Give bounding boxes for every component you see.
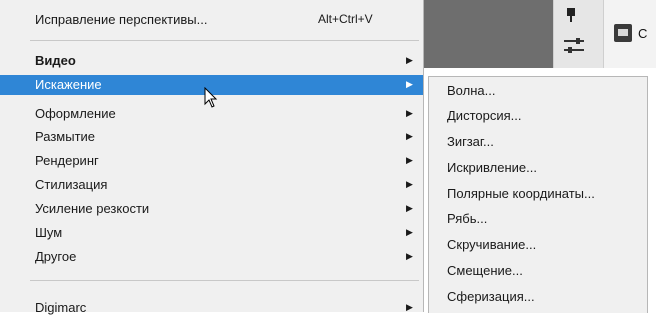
submenu-arrow-icon: ▶ xyxy=(406,55,413,65)
submenu-item-label: Сферизация... xyxy=(447,289,535,304)
menu-item-shortcut: Alt+Ctrl+V xyxy=(318,12,373,26)
pin-icon[interactable] xyxy=(566,8,576,22)
menu-item-noise[interactable]: Шум ▶ xyxy=(0,223,423,243)
menu-item-sharpen[interactable]: Усиление резкости ▶ xyxy=(0,199,423,219)
menu-item-label: Другое xyxy=(35,249,77,264)
submenu-item-label: Полярные координаты... xyxy=(447,186,595,201)
menu-item-video[interactable]: Видео ▶ xyxy=(0,51,423,71)
menu-item-label: Усиление резкости xyxy=(35,201,150,216)
menu-separator xyxy=(30,280,419,281)
submenu-arrow-icon: ▶ xyxy=(406,179,413,189)
submenu-item-label: Смещение... xyxy=(447,263,523,278)
sliders-icon[interactable] xyxy=(564,38,584,54)
submenu-item-displace[interactable]: Смещение... xyxy=(429,259,647,283)
submenu-item-ripple[interactable]: Рябь... xyxy=(429,207,647,231)
filter-menu: Исправление перспективы... Alt+Ctrl+V Ви… xyxy=(0,0,424,315)
submenu-item-twirl[interactable]: Скручивание... xyxy=(429,233,647,257)
mouse-cursor-icon xyxy=(204,87,218,108)
collapsed-panel[interactable]: С xyxy=(603,0,656,68)
submenu-item-zigzag[interactable]: Зигзаг... xyxy=(429,130,647,154)
menu-item-label: Исправление перспективы... xyxy=(35,12,208,27)
submenu-item-label: Зигзаг... xyxy=(447,134,494,149)
tool-panel xyxy=(553,0,604,68)
menu-item-label: Размытие xyxy=(35,129,96,144)
submenu-item-distortion[interactable]: Дисторсия... xyxy=(429,104,647,128)
submenu-arrow-icon: ▶ xyxy=(406,79,413,89)
menu-item-perspective-correction[interactable]: Исправление перспективы... Alt+Ctrl+V xyxy=(0,10,423,30)
submenu-arrow-icon: ▶ xyxy=(406,155,413,165)
canvas-image xyxy=(423,0,553,68)
submenu-item-warp[interactable]: Искривление... xyxy=(429,156,647,180)
distort-submenu: Волна... Дисторсия... Зигзаг... Искривле… xyxy=(428,76,648,313)
submenu-item-wave[interactable]: Волна... xyxy=(429,79,647,103)
menu-item-digimarc[interactable]: Digimarc ▶ xyxy=(0,298,423,318)
submenu-arrow-icon: ▶ xyxy=(406,302,413,312)
submenu-item-label: Дисторсия... xyxy=(447,108,522,123)
submenu-item-label: Искривление... xyxy=(447,160,537,175)
submenu-arrow-icon: ▶ xyxy=(406,203,413,213)
panel-icon xyxy=(614,24,632,42)
submenu-item-label: Волна... xyxy=(447,83,496,98)
menu-item-label: Оформление xyxy=(35,106,116,121)
panel-label: С xyxy=(638,26,648,41)
submenu-arrow-icon: ▶ xyxy=(406,131,413,141)
submenu-item-spherize[interactable]: Сферизация... xyxy=(429,285,647,309)
submenu-item-polar-coordinates[interactable]: Полярные координаты... xyxy=(429,182,647,206)
submenu-arrow-icon: ▶ xyxy=(406,108,413,118)
menu-item-other[interactable]: Другое ▶ xyxy=(0,247,423,267)
submenu-item-label: Скручивание... xyxy=(447,237,537,252)
menu-item-label: Шум xyxy=(35,225,63,240)
submenu-arrow-icon: ▶ xyxy=(406,251,413,261)
submenu-arrow-icon: ▶ xyxy=(406,227,413,237)
menu-item-label: Видео xyxy=(35,53,76,68)
menu-separator xyxy=(30,40,419,41)
menu-item-label: Стилизация xyxy=(35,177,108,192)
menu-item-label: Digimarc xyxy=(35,300,87,315)
menu-item-blur[interactable]: Размытие ▶ xyxy=(0,127,423,147)
menu-item-stylize[interactable]: Стилизация ▶ xyxy=(0,175,423,195)
submenu-item-label: Рябь... xyxy=(447,211,488,226)
menu-item-label: Рендеринг xyxy=(35,153,99,168)
menu-item-render[interactable]: Рендеринг ▶ xyxy=(0,151,423,171)
menu-item-label: Искажение xyxy=(35,77,102,92)
